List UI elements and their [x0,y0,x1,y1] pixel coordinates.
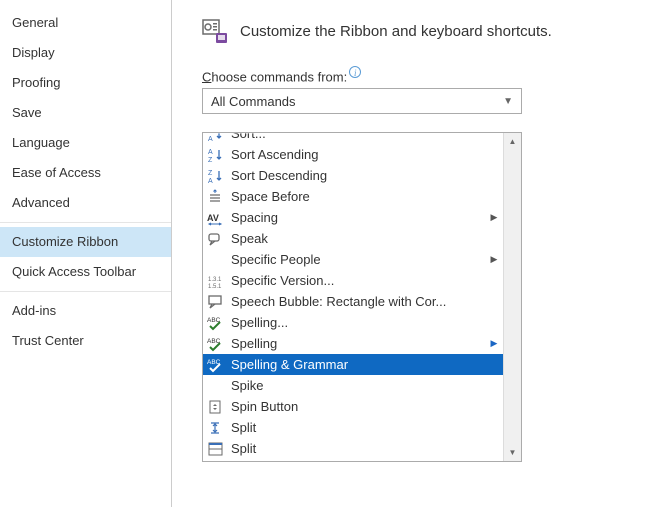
bubble-icon [207,294,225,310]
blank-icon [207,252,225,268]
sidebar-item-trust-center[interactable]: Trust Center [0,326,171,356]
command-label: Sort Descending [231,168,483,183]
svg-text:A: A [208,149,213,156]
svg-text:Z: Z [208,157,213,163]
sidebar-item-customize-ribbon[interactable]: Customize Ribbon [0,227,171,257]
chevron-down-icon: ▼ [503,96,513,107]
split-h-icon [207,420,225,436]
sort-az-icon: AZ [207,147,225,163]
sort-za-icon: ZA [207,168,225,184]
command-item[interactable]: AV Spacing ▶ [203,207,503,228]
command-item[interactable]: Speak [203,228,503,249]
command-label: Spacing [231,210,483,225]
para-space-icon [207,189,225,205]
header-title: Customize the Ribbon and keyboard shortc… [240,23,552,40]
svg-text:A: A [208,136,213,142]
svg-text:1.3.1: 1.3.1 [208,277,222,283]
command-label: Specific Version... [231,273,483,288]
submenu-indicator-icon: ▶ [489,254,499,265]
commands-listbox[interactable]: ZASort...AZSort AscendingZASort Descendi… [203,133,503,461]
svg-text:A: A [208,178,213,184]
command-label: Speak [231,231,483,246]
svg-text:Z: Z [208,170,213,177]
choose-commands-combo[interactable]: All Commands ▼ [202,88,522,114]
command-item[interactable]: 1.3.11.5.1 Specific Version... [203,270,503,291]
info-icon[interactable]: i [349,66,361,78]
command-item[interactable]: Speech Bubble: Rectangle with Cor... [203,291,503,312]
command-label: Split [231,420,483,435]
submenu-indicator-icon: ▶ [489,212,499,223]
split-win-icon [207,441,225,457]
command-label: Spelling & Grammar [231,357,483,372]
sidebar-separator [0,291,171,292]
sidebar-item-advanced[interactable]: Advanced [0,188,171,218]
combo-value: All Commands [211,94,296,109]
abc-check-icon: ABC [207,336,225,352]
command-label: Spin Button [231,399,483,414]
sort-za-icon: ZA [207,133,225,142]
ver-icon: 1.3.11.5.1 [207,273,225,289]
command-label: Sort Ascending [231,147,483,162]
command-item[interactable]: AZ Sort Ascending [203,144,503,165]
choose-commands-label: Choose commands from:i [202,66,639,84]
svg-text:AV: AV [207,213,219,223]
command-label: Space Before [231,189,483,204]
listbox-scrollbar[interactable]: ▲ ▼ [503,133,521,461]
command-item[interactable]: Spike [203,375,503,396]
command-item[interactable]: ABC Spelling... [203,312,503,333]
abc-check-sel-icon: ABC [207,357,225,373]
abc-check-icon: ABC [207,315,225,331]
options-sidebar: GeneralDisplayProofingSaveLanguageEase o… [0,0,172,507]
svg-text:Z: Z [208,133,213,135]
sidebar-item-language[interactable]: Language [0,128,171,158]
command-item[interactable]: ABC Spelling ▶ [203,333,503,354]
scroll-up-icon[interactable]: ▲ [504,133,521,150]
command-item[interactable]: ZA Sort Descending [203,165,503,186]
sidebar-item-save[interactable]: Save [0,98,171,128]
command-item[interactable]: Spin Button [203,396,503,417]
submenu-indicator-icon: ▶ [489,338,499,349]
sidebar-item-general[interactable]: General [0,8,171,38]
command-label: Spelling [231,336,483,351]
scroll-down-icon[interactable]: ▼ [504,444,521,461]
command-item[interactable]: Specific People ▶ [203,249,503,270]
sidebar-item-proofing[interactable]: Proofing [0,68,171,98]
av-arrows-icon: AV [207,210,225,226]
svg-text:1.5.1: 1.5.1 [208,284,222,289]
spin-icon [207,399,225,415]
command-label: Spike [231,378,483,393]
command-label: Split [231,441,483,456]
command-label: Sort... [231,133,483,141]
sidebar-item-display[interactable]: Display [0,38,171,68]
command-label: Spelling... [231,315,483,330]
command-label: Speech Bubble: Rectangle with Cor... [231,294,483,309]
sidebar-item-add-ins[interactable]: Add-ins [0,296,171,326]
speak-icon [207,231,225,247]
command-label: Specific People [231,252,483,267]
command-item[interactable]: ABC Spelling & Grammar [203,354,503,375]
blank-icon [207,378,225,394]
command-item[interactable]: Split [203,438,503,459]
command-item[interactable]: Space Before [203,186,503,207]
command-item[interactable]: ZA Sort... [203,133,503,144]
sidebar-separator [0,222,171,223]
sidebar-item-ease-of-access[interactable]: Ease of Access [0,158,171,188]
command-item[interactable]: Split Cells... [203,459,503,461]
main-panel: Customize the Ribbon and keyboard shortc… [172,0,649,507]
sidebar-item-quick-access-toolbar[interactable]: Quick Access Toolbar [0,257,171,287]
customize-ribbon-icon [202,18,228,44]
command-item[interactable]: Split [203,417,503,438]
